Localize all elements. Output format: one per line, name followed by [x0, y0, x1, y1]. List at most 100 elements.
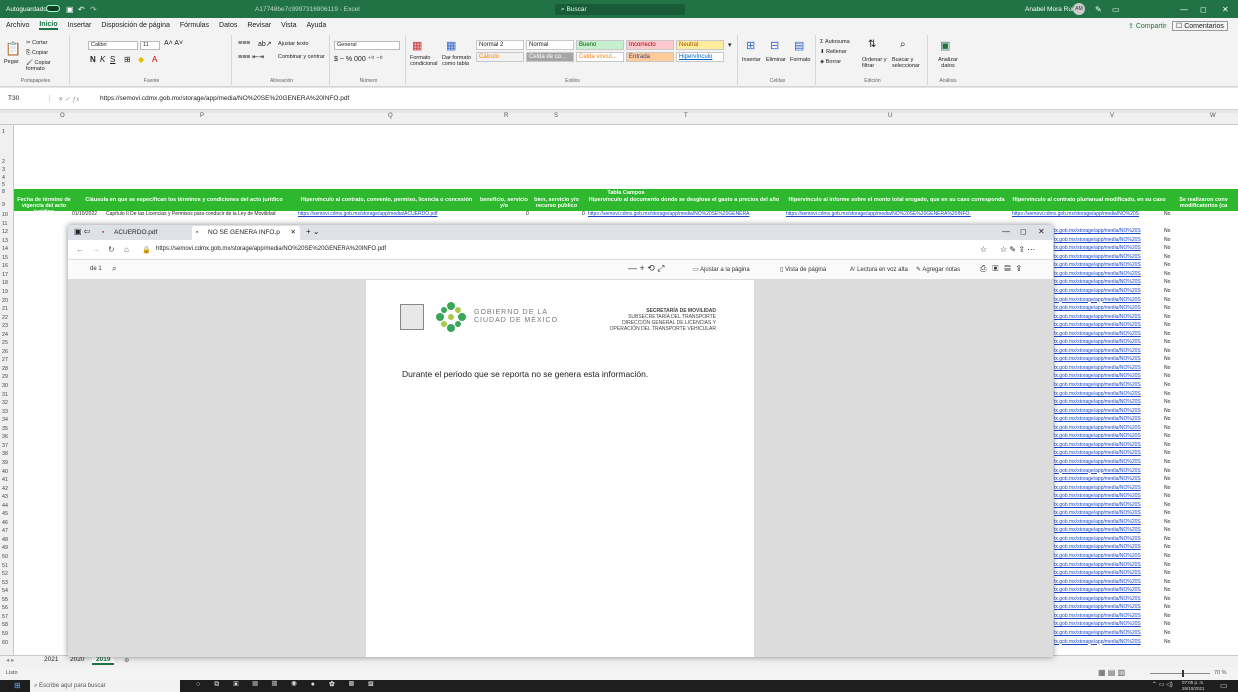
- row-header[interactable]: 60: [2, 640, 8, 646]
- no-cell[interactable]: No: [1164, 211, 1170, 218]
- no-cell[interactable]: No: [1164, 562, 1184, 568]
- row-header[interactable]: 51: [2, 563, 8, 569]
- format-painter-button[interactable]: 🖌 Copiar formato: [26, 60, 69, 72]
- autosum-button[interactable]: Σ Autosuma: [820, 39, 850, 45]
- no-cell[interactable]: No: [1164, 621, 1184, 627]
- format-cells-button[interactable]: Formato: [790, 57, 810, 63]
- avatar[interactable]: AM: [1073, 3, 1085, 15]
- row-header[interactable]: 25: [2, 340, 8, 346]
- row-header[interactable]: 32: [2, 400, 8, 406]
- row-header[interactable]: 30: [2, 383, 8, 389]
- clock[interactable]: 07:05 p. m. 26/10/2021: [1182, 680, 1205, 692]
- plurianual-link-cell[interactable]: tx.gob.mx/storage/app/media/NO%20S: [1054, 570, 1166, 576]
- no-cell[interactable]: No: [1164, 553, 1184, 559]
- row-header[interactable]: 41: [2, 477, 8, 483]
- no-cell[interactable]: No: [1164, 314, 1184, 320]
- row-header[interactable]: 15: [2, 255, 8, 261]
- no-cell[interactable]: No: [1164, 536, 1184, 542]
- no-cell[interactable]: No: [1164, 442, 1184, 448]
- header-cell[interactable]: Hipervínculo al informe sobre el monto t…: [784, 197, 1009, 211]
- no-cell[interactable]: No: [1164, 382, 1184, 388]
- plurianual-link-cell[interactable]: tx.gob.mx/storage/app/media/NO%20S: [1054, 314, 1166, 320]
- col-o[interactable]: O: [60, 113, 65, 119]
- browser-tab-acuerdo[interactable]: ▪ ACUERDO.pdf: [98, 226, 188, 240]
- print-save-icons[interactable]: ⎙▣▤⇪: [980, 264, 1027, 274]
- plurianual-link-cell[interactable]: tx.gob.mx/storage/app/media/NO%20S: [1054, 373, 1166, 379]
- row-header[interactable]: 54: [2, 588, 8, 594]
- comments-button[interactable]: ☐ Comentarios: [1172, 20, 1228, 31]
- plurianual-link-cell[interactable]: tx.gob.mx/storage/app/media/NO%20S: [1054, 527, 1166, 533]
- row-header[interactable]: 28: [2, 366, 8, 372]
- row-header[interactable]: 56: [2, 605, 8, 611]
- number-format-select[interactable]: General: [334, 41, 400, 50]
- row-header[interactable]: 18: [2, 280, 8, 286]
- col-t[interactable]: T: [684, 113, 688, 119]
- no-cell[interactable]: No: [1164, 639, 1184, 645]
- plurianual-link-cell[interactable]: tx.gob.mx/storage/app/media/NO%20S: [1054, 288, 1166, 294]
- clear-button[interactable]: ◈ Borrar: [820, 59, 841, 65]
- search-box[interactable]: ⌕ Buscar: [555, 4, 685, 15]
- tab-inicio[interactable]: Inicio: [39, 21, 58, 30]
- row-header[interactable]: 23: [2, 323, 8, 329]
- plurianual-link-cell[interactable]: tx.gob.mx/storage/app/media/NO%20S: [1054, 493, 1166, 499]
- tab-archivo[interactable]: Archivo: [6, 22, 29, 29]
- row-header[interactable]: 34: [2, 417, 8, 423]
- minimize-icon[interactable]: —: [1002, 227, 1010, 236]
- plurianual-link-cell[interactable]: tx.gob.mx/storage/app/media/NO%20S: [1054, 639, 1166, 645]
- header-cell[interactable]: Se realizaron conv modificatorios (ca: [1169, 197, 1238, 211]
- no-cell[interactable]: No: [1164, 356, 1184, 362]
- zoom-level[interactable]: 70 %: [1214, 670, 1227, 676]
- row-header[interactable]: 2: [2, 159, 5, 165]
- row-header[interactable]: 16: [2, 263, 8, 269]
- header-cell[interactable]: Fecha de término de vigencia del acto ju…: [14, 197, 74, 215]
- contract-link-cell[interactable]: https://semovi.cdmx.gob.mx/storage/app/m…: [298, 211, 480, 218]
- cut-button[interactable]: ✂ Cortar: [26, 40, 47, 46]
- plurianual-link-cell[interactable]: tx.gob.mx/storage/app/media/NO%20S: [1054, 433, 1166, 439]
- row-header[interactable]: 14: [2, 246, 8, 252]
- plurianual-link-cell[interactable]: tx.gob.mx/storage/app/media/NO%20S: [1054, 228, 1166, 234]
- col-q[interactable]: Q: [388, 113, 393, 119]
- plurianual-link-cell[interactable]: tx.gob.mx/storage/app/media/NO%20S: [1054, 442, 1166, 448]
- plurianual-link-cell[interactable]: tx.gob.mx/storage/app/media/NO%20S: [1054, 365, 1166, 371]
- row-header[interactable]: 1: [2, 129, 5, 135]
- paste-icon[interactable]: 📋: [5, 41, 21, 57]
- no-cell[interactable]: No: [1164, 527, 1184, 533]
- font-color-icon[interactable]: A: [152, 55, 157, 64]
- no-cell[interactable]: No: [1164, 416, 1184, 422]
- row-header[interactable]: 22: [2, 315, 8, 321]
- row-header[interactable]: 37: [2, 443, 8, 449]
- no-cell[interactable]: No: [1164, 544, 1184, 550]
- autosave-toggle[interactable]: [46, 5, 60, 12]
- header-cell[interactable]: Cláusula en que se especifican los térmi…: [74, 197, 294, 211]
- plurianual-link-cell[interactable]: tx.gob.mx/storage/app/media/NO%20S: [1054, 536, 1166, 542]
- style-neutral[interactable]: Neutral: [676, 40, 724, 50]
- tray-icons[interactable]: ⌃ ▭ ◁): [1152, 681, 1173, 688]
- align-left-icon[interactable]: ≡≡≡ ⇤⇥: [238, 53, 264, 61]
- no-cell[interactable]: No: [1164, 433, 1184, 439]
- no-cell[interactable]: No: [1164, 579, 1184, 585]
- row-header[interactable]: 57: [2, 614, 8, 620]
- row-header[interactable]: 31: [2, 392, 8, 398]
- plurianual-link-cell[interactable]: tx.gob.mx/storage/app/media/NO%20S: [1054, 476, 1166, 482]
- no-cell[interactable]: No: [1164, 279, 1184, 285]
- plurianual-link-cell[interactable]: tx.gob.mx/storage/app/media/NO%20S: [1054, 596, 1166, 602]
- row-header[interactable]: 40: [2, 469, 8, 475]
- delete-cells-button[interactable]: Eliminar: [766, 57, 786, 63]
- row-header[interactable]: 43: [2, 494, 8, 500]
- plurianual-link-cell[interactable]: tx.gob.mx/storage/app/media/NO%20S: [1054, 544, 1166, 550]
- plurianual-link-cell[interactable]: tx.gob.mx/storage/app/media/NO%20S: [1054, 245, 1166, 251]
- tab-vista[interactable]: Vista: [281, 22, 296, 29]
- header-cell[interactable]: Hipervínculo al documento donde se desgl…: [584, 197, 784, 211]
- analyze-data-button[interactable]: Analizar datos: [932, 57, 964, 69]
- no-cell[interactable]: No: [1164, 596, 1184, 602]
- fill-color-icon[interactable]: ◆: [138, 55, 144, 64]
- no-cell[interactable]: No: [1164, 322, 1184, 328]
- col-v[interactable]: V: [1110, 113, 1114, 119]
- col-s[interactable]: S: [554, 113, 558, 119]
- sheet-tab-2020[interactable]: 2020: [70, 656, 84, 663]
- style-celda-vinculada[interactable]: Celda vincul...: [576, 52, 624, 62]
- no-cell[interactable]: No: [1164, 237, 1184, 243]
- no-cell[interactable]: No: [1164, 271, 1184, 277]
- font-grow-icon[interactable]: A˄ A˅: [164, 40, 183, 47]
- date-cell[interactable]: 01/10/2022: [72, 211, 97, 218]
